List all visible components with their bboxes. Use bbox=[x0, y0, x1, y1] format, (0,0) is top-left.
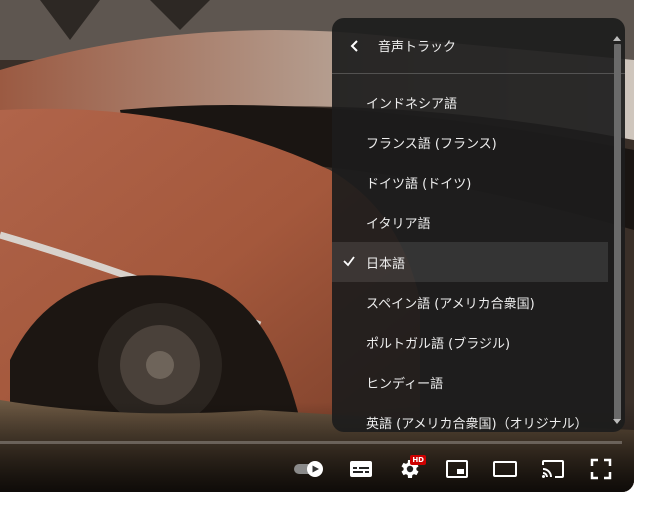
audio-track-label: ポルトガル語 (ブラジル) bbox=[366, 336, 511, 352]
audio-track-label: インドネシア語 bbox=[366, 96, 458, 112]
audio-track-label: 日本語 bbox=[366, 256, 406, 272]
audio-track-label: スペイン語 (アメリカ合衆国) bbox=[366, 296, 535, 312]
audio-track-item[interactable]: インドネシア語 bbox=[332, 82, 608, 122]
miniplayer-button[interactable] bbox=[442, 454, 472, 484]
scroll-thumb[interactable] bbox=[614, 44, 621, 420]
audio-track-item[interactable]: ドイツ語 (ドイツ) bbox=[332, 162, 608, 202]
fullscreen-button[interactable] bbox=[586, 454, 616, 484]
subtitles-button[interactable] bbox=[346, 454, 376, 484]
right-controls: HD bbox=[292, 452, 616, 486]
video-player[interactable]: HD 音声トラック インドネシア語 フランス語 (フランス) ドイツ語 (ドイツ… bbox=[0, 0, 634, 492]
autoplay-toggle-icon bbox=[294, 461, 323, 477]
settings-button[interactable]: HD bbox=[394, 454, 426, 484]
audio-track-menu: 音声トラック インドネシア語フランス語 (フランス) ドイツ語 (ドイツ) イタリア… bbox=[332, 18, 625, 432]
miniplayer-icon bbox=[446, 460, 468, 478]
audio-track-item[interactable]: フランス語 (フランス) bbox=[332, 122, 608, 162]
autoplay-toggle[interactable] bbox=[292, 454, 328, 484]
audio-track-item[interactable]: ヒンディー語 bbox=[332, 362, 608, 402]
audio-track-item[interactable]: ポルトガル語 (ブラジル) bbox=[332, 322, 608, 362]
cast-button[interactable] bbox=[538, 454, 568, 484]
audio-track-label: フランス語 (フランス) bbox=[366, 136, 497, 152]
progress-bar[interactable] bbox=[0, 441, 622, 444]
theater-mode-icon bbox=[493, 461, 517, 477]
subtitles-icon bbox=[350, 461, 372, 477]
fullscreen-icon bbox=[590, 458, 612, 480]
scroll-down-icon[interactable] bbox=[613, 419, 621, 424]
menu-header-back[interactable]: 音声トラック bbox=[332, 18, 625, 74]
checkmark-icon bbox=[343, 256, 355, 267]
theater-mode-button[interactable] bbox=[490, 454, 520, 484]
audio-track-label: 英語 (アメリカ合衆国)（オリジナル） bbox=[366, 416, 588, 432]
audio-track-item[interactable]: イタリア語 bbox=[332, 202, 608, 242]
audio-track-item[interactable]: 英語 (アメリカ合衆国)（オリジナル） bbox=[332, 402, 608, 432]
audio-track-label: ドイツ語 (ドイツ) bbox=[366, 176, 472, 192]
cast-icon bbox=[542, 460, 564, 478]
audio-track-item[interactable]: 日本語 bbox=[332, 242, 608, 282]
audio-track-label: ヒンディー語 bbox=[366, 376, 444, 392]
menu-title: 音声トラック bbox=[378, 40, 457, 55]
audio-track-list: インドネシア語フランス語 (フランス) ドイツ語 (ドイツ) イタリア語日本語スペイ… bbox=[332, 74, 625, 432]
menu-scrollbar[interactable] bbox=[612, 36, 622, 424]
hd-badge: HD bbox=[410, 455, 426, 465]
audio-track-label: イタリア語 bbox=[366, 216, 431, 232]
audio-track-item[interactable]: スペイン語 (アメリカ合衆国) bbox=[332, 282, 608, 322]
chevron-left-icon bbox=[350, 39, 358, 52]
scroll-up-icon[interactable] bbox=[613, 36, 621, 41]
